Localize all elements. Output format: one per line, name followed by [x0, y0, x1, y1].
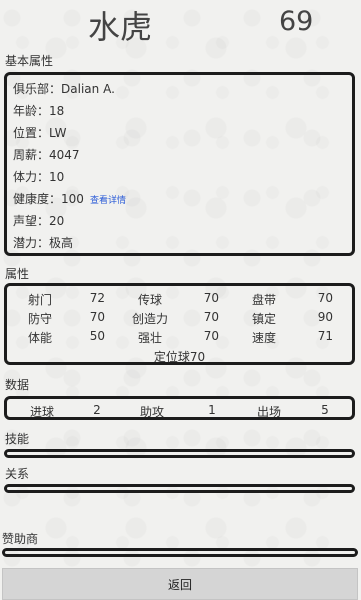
basic-sep: ：: [37, 104, 50, 118]
basic-value: 20: [49, 214, 65, 228]
stat-goals-label: 进球: [29, 405, 54, 419]
view-details-link[interactable]: 查看详情: [90, 196, 126, 206]
basic-value: 100: [61, 192, 84, 206]
basic-sep: ：: [37, 214, 50, 228]
player-rating: 69: [279, 6, 314, 37]
basic-info-panel: 俱乐部：Dalian A. 年龄：18 位置：LW 周薪：4047 体力：10 …: [4, 72, 355, 256]
basic-row-health: 健康度：100 查看详情: [13, 190, 126, 207]
basic-value: 10: [49, 170, 65, 184]
basic-row-stamina: 体力：10: [13, 168, 64, 185]
attr-value: 70: [203, 291, 219, 305]
basic-value: 4047: [49, 148, 80, 162]
stat-assists-value: 1: [208, 403, 216, 417]
attr-value: 70: [203, 329, 219, 343]
attr-value: 72: [89, 291, 105, 305]
attr-value: 70: [89, 310, 105, 324]
attr-name: 体能: [27, 331, 52, 345]
basic-sep: ：: [37, 126, 50, 140]
player-header: 水虎 69: [0, 0, 361, 48]
basic-sep: ：: [37, 170, 50, 184]
attr-name: 防守: [27, 312, 52, 326]
basic-row-position: 位置：LW: [13, 124, 66, 141]
basic-value: 极高: [49, 236, 74, 250]
attr-value: 50: [89, 329, 105, 343]
basic-value: 18: [49, 104, 65, 118]
basic-value: Dalian A.: [61, 82, 115, 96]
attributes-panel: 射门 72 传球 70 盘带 70 防守 70 创造力 70 镇定 90 体能 …: [4, 283, 355, 365]
attr-name: 射门: [27, 293, 52, 307]
basic-label: 体力: [13, 170, 38, 184]
stat-appearances-value: 5: [321, 403, 329, 417]
basic-label: 位置: [13, 126, 38, 140]
attr-name: 速度: [251, 331, 276, 345]
sponsor-section-title: 赞助商: [2, 532, 39, 546]
basic-label: 周薪: [13, 148, 38, 162]
stats-panel: 进球 2 助攻 1 出场 5: [4, 396, 355, 420]
stat-appearances-label: 出场: [256, 405, 281, 419]
set-piece-attr: 定位球70: [153, 350, 206, 364]
player-name: 水虎: [88, 8, 153, 46]
basic-section-title: 基本属性: [5, 54, 54, 68]
attr-value: 70: [317, 291, 333, 305]
attr-name: 镇定: [251, 312, 276, 326]
basic-row-reputation: 声望：20: [13, 212, 64, 229]
basic-row-age: 年龄：18: [13, 102, 64, 119]
basic-label: 俱乐部: [13, 82, 50, 96]
basic-value: LW: [49, 126, 67, 140]
sponsor-panel: [2, 548, 358, 557]
basic-row-wage: 周薪：4047: [13, 146, 80, 163]
attr-value: 70: [203, 310, 219, 324]
stat-assists-label: 助攻: [139, 405, 164, 419]
attr-value: 71: [317, 329, 333, 343]
skills-panel: [4, 449, 355, 458]
attr-name: 盘带: [251, 293, 276, 307]
basic-label: 声望: [13, 214, 38, 228]
skills-section-title: 技能: [5, 432, 30, 446]
attr-value: 90: [317, 310, 333, 324]
relations-section-title: 关系: [5, 467, 30, 481]
relations-panel: [4, 484, 355, 493]
basic-sep: ：: [37, 236, 50, 250]
basic-label: 潜力: [13, 236, 38, 250]
back-button[interactable]: 返回: [2, 568, 358, 600]
attributes-section-title: 属性: [5, 267, 30, 281]
attr-name: 强壮: [137, 331, 162, 345]
basic-label: 年龄: [13, 104, 38, 118]
data-section-title: 数据: [5, 378, 30, 392]
attr-name: 传球: [137, 293, 162, 307]
basic-label: 健康度: [13, 192, 50, 206]
stat-goals-value: 2: [93, 403, 101, 417]
basic-sep: ：: [37, 148, 50, 162]
basic-sep: ：: [49, 192, 62, 206]
basic-sep: ：: [49, 82, 62, 96]
basic-row-potential: 潜力：极高: [13, 234, 73, 251]
basic-row-club: 俱乐部：Dalian A.: [13, 80, 115, 97]
attr-name: 创造力: [131, 312, 168, 326]
